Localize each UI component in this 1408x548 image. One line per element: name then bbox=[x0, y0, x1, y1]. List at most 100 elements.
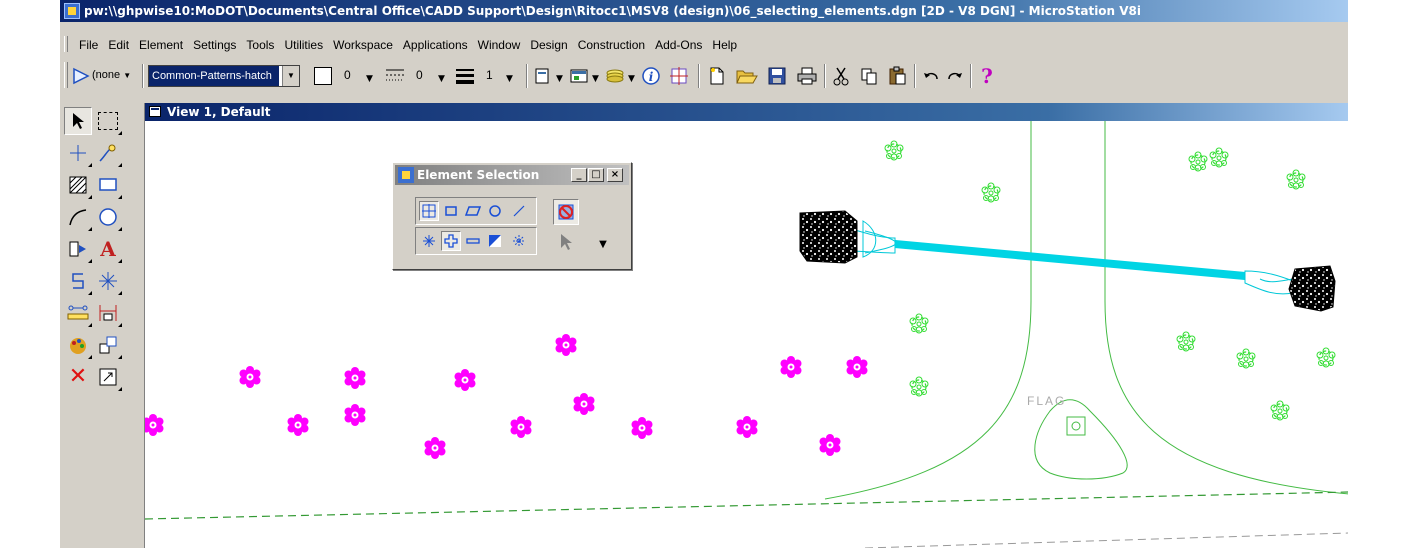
place-text-tool-icon[interactable]: A bbox=[94, 235, 122, 263]
redo-icon[interactable] bbox=[944, 65, 966, 87]
level-icon[interactable] bbox=[70, 65, 92, 87]
individual-selection-icon[interactable] bbox=[419, 201, 439, 221]
line-weight-icon[interactable] bbox=[454, 65, 476, 87]
color-dropdown-icon[interactable]: ▼ bbox=[366, 74, 373, 84]
active-level-dropdown-icon[interactable]: ▼ bbox=[123, 71, 131, 80]
information-icon[interactable]: i bbox=[640, 65, 662, 87]
dimension-tool-icon[interactable] bbox=[94, 299, 122, 327]
save-icon[interactable] bbox=[766, 65, 788, 87]
menu-item-file[interactable]: File bbox=[74, 34, 103, 56]
attributes-icon[interactable] bbox=[568, 65, 590, 87]
line-style-icon[interactable] bbox=[384, 65, 406, 87]
element-information-dropdown-icon[interactable]: ▼ bbox=[556, 74, 563, 84]
tree-cells[interactable] bbox=[145, 334, 868, 459]
line-weight-dropdown-icon[interactable]: ▼ bbox=[506, 74, 513, 84]
menu-item-add-ons[interactable]: Add-Ons bbox=[650, 34, 707, 56]
minimize-button[interactable]: _ bbox=[571, 168, 587, 182]
menu-item-tools[interactable]: Tools bbox=[241, 34, 279, 56]
element-selection-tool-icon[interactable] bbox=[64, 107, 92, 135]
place-cell-tool-icon[interactable] bbox=[64, 235, 92, 263]
select-none-icon[interactable] bbox=[553, 199, 579, 225]
menu-item-construction[interactable]: Construction bbox=[573, 34, 650, 56]
maximize-button[interactable]: □ bbox=[588, 168, 604, 182]
element-selection-title-bar[interactable]: Element Selection _ □ × bbox=[395, 165, 629, 185]
menu-item-workspace[interactable]: Workspace bbox=[328, 34, 398, 56]
menu-bar: File Edit Element Settings Tools Utilities Wor… bbox=[60, 34, 1348, 56]
menu-item-edit[interactable]: Edit bbox=[103, 34, 134, 56]
cut-icon[interactable] bbox=[830, 65, 852, 87]
line-selection-icon[interactable] bbox=[509, 201, 529, 221]
close-button[interactable]: × bbox=[607, 168, 623, 182]
menu-item-settings[interactable]: Settings bbox=[188, 34, 241, 56]
color-swatch-icon[interactable] bbox=[312, 65, 334, 87]
delete-element-tool-icon[interactable]: ✕ bbox=[64, 363, 92, 391]
place-point-tool-icon[interactable] bbox=[64, 139, 92, 167]
menu-bar-grip[interactable] bbox=[64, 36, 68, 52]
attributes-toolbar: (none ▼ Common-Patterns-hatch ▼ 0 ▼ 0 ▼ … bbox=[60, 58, 1348, 94]
shrub-cells[interactable] bbox=[884, 140, 1336, 421]
active-pattern-dropdown-icon[interactable]: ▼ bbox=[282, 66, 299, 86]
menu-item-applications[interactable]: Applications bbox=[398, 34, 473, 56]
measure-tool-icon[interactable] bbox=[94, 139, 122, 167]
fence-tool-icon[interactable] bbox=[94, 107, 122, 135]
place-shape-tool-icon[interactable] bbox=[94, 171, 122, 199]
active-line-weight-value[interactable]: 1 bbox=[486, 65, 498, 87]
help-icon[interactable]: ? bbox=[976, 65, 998, 87]
menu-item-utilities[interactable]: Utilities bbox=[279, 34, 328, 56]
pattern-tool-icon[interactable] bbox=[64, 171, 92, 199]
menu-item-window[interactable]: Window bbox=[473, 34, 526, 56]
active-line-style-value[interactable]: 0 bbox=[416, 65, 428, 87]
change-attributes-tool-icon[interactable] bbox=[64, 331, 92, 359]
microstation-app-icon[interactable] bbox=[64, 3, 80, 19]
shape-selection-icon[interactable] bbox=[463, 201, 483, 221]
measure-distance-tool-icon[interactable] bbox=[64, 299, 92, 327]
design-canvas[interactable]: FLAG bbox=[145, 121, 1348, 548]
menu-item-element[interactable]: Element bbox=[134, 34, 188, 56]
circle-selection-icon[interactable] bbox=[485, 201, 505, 221]
active-color-value[interactable]: 0 bbox=[344, 65, 356, 87]
culvert-pipe[interactable] bbox=[799, 210, 1336, 312]
new-file-icon[interactable] bbox=[706, 65, 728, 87]
print-icon[interactable] bbox=[796, 65, 818, 87]
flag-label[interactable]: FLAG bbox=[1027, 394, 1066, 408]
open-folder-icon[interactable] bbox=[736, 65, 758, 87]
view-title: View 1, Default bbox=[167, 105, 271, 119]
line-style-dropdown-icon[interactable]: ▼ bbox=[438, 74, 445, 84]
add-selection-mode-icon[interactable] bbox=[441, 231, 461, 251]
block-selection-icon[interactable] bbox=[441, 201, 461, 221]
menu-item-help[interactable]: Help bbox=[707, 34, 742, 56]
accudraw-icon[interactable] bbox=[668, 65, 690, 87]
view-title-bar[interactable]: View 1, Default bbox=[145, 103, 1348, 121]
clear-selection-mode-icon[interactable] bbox=[509, 231, 529, 251]
view-window-icon[interactable] bbox=[149, 106, 161, 117]
active-level-combo[interactable]: (none ▼ bbox=[92, 65, 132, 87]
scale-tool-icon[interactable] bbox=[94, 363, 122, 391]
undo-icon[interactable] bbox=[920, 65, 942, 87]
place-smartline-tool-icon[interactable] bbox=[64, 267, 92, 295]
move-element-tool-icon[interactable] bbox=[94, 331, 122, 359]
new-selection-mode-icon[interactable] bbox=[419, 231, 439, 251]
element-selection-dialog[interactable]: Element Selection _ □ × ▼ bbox=[392, 162, 632, 270]
level-manager-dropdown-icon[interactable]: ▼ bbox=[628, 74, 635, 84]
place-arc-tool-icon[interactable] bbox=[64, 203, 92, 231]
copy-element-tool-icon[interactable] bbox=[94, 267, 122, 295]
expand-dialog-chevron-icon[interactable]: ▼ bbox=[595, 237, 611, 253]
toolbar-separator bbox=[914, 64, 916, 88]
active-pattern-combo[interactable]: Common-Patterns-hatch ▼ bbox=[148, 65, 300, 87]
level-manager-icon[interactable] bbox=[604, 65, 626, 87]
subtract-selection-mode-icon[interactable] bbox=[463, 231, 483, 251]
microstation-window: pw:\\ghpwise10:MoDOT\Documents\Central O… bbox=[60, 0, 1348, 548]
attributes-dropdown-icon[interactable]: ▼ bbox=[592, 74, 599, 84]
dashed-offset-line[interactable] bbox=[864, 532, 1348, 548]
dashed-property-line[interactable] bbox=[145, 491, 1348, 520]
toolbar-grip[interactable] bbox=[64, 62, 68, 88]
view-window[interactable]: View 1, Default FLAG bbox=[144, 103, 1348, 548]
menu-item-design[interactable]: Design bbox=[525, 34, 572, 56]
invert-selection-mode-icon[interactable] bbox=[485, 231, 505, 251]
selection-arrow-icon[interactable] bbox=[555, 231, 577, 253]
paste-icon[interactable] bbox=[886, 65, 908, 87]
place-circle-tool-icon[interactable] bbox=[94, 203, 122, 231]
road-linework[interactable] bbox=[824, 121, 1348, 500]
copy-icon[interactable] bbox=[858, 65, 880, 87]
element-information-icon[interactable] bbox=[532, 65, 554, 87]
